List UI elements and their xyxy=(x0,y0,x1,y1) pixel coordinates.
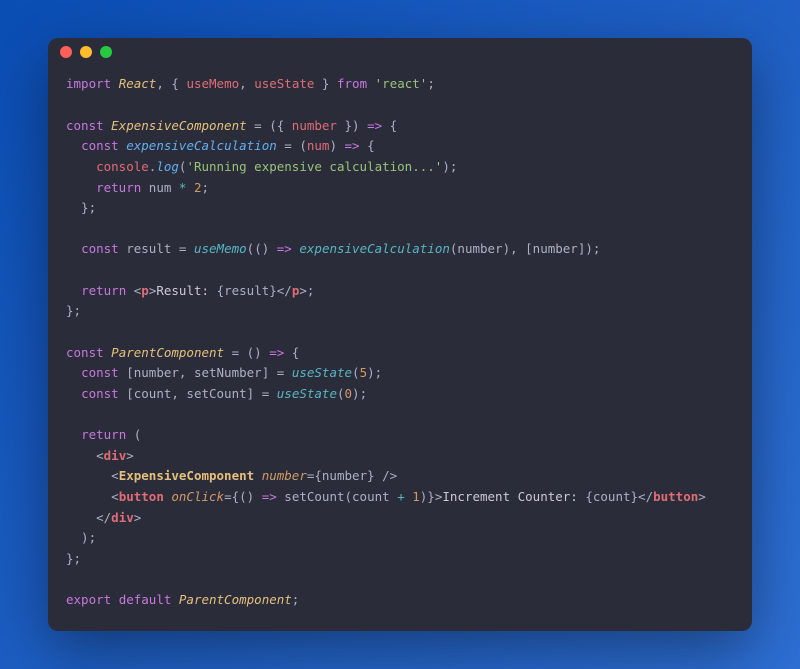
ident-parent-component: ParentComponent xyxy=(111,345,224,360)
ident-expensive-calc: expensiveCalculation xyxy=(126,138,277,153)
code-window: import React, { useMemo, useState } from… xyxy=(48,38,752,630)
ident-expensive-component: ExpensiveComponent xyxy=(111,118,246,133)
window-titlebar xyxy=(48,38,752,66)
ident-react: React xyxy=(119,76,157,91)
minimize-icon[interactable] xyxy=(80,46,92,58)
kw-import: import xyxy=(66,76,111,91)
maximize-icon[interactable] xyxy=(100,46,112,58)
close-icon[interactable] xyxy=(60,46,72,58)
code-editor: import React, { useMemo, useState } from… xyxy=(48,66,752,630)
